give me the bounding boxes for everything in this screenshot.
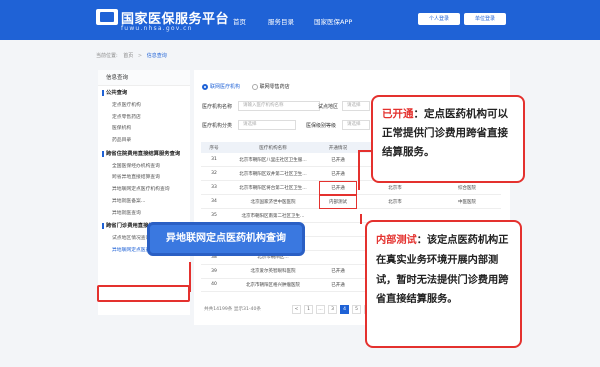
sidebar-head: 信息查询 [98, 70, 190, 86]
sidebar-group-public[interactable]: 公共查询 [98, 86, 190, 100]
table-cell-level: 中医医院 [433, 194, 501, 210]
connector-line [189, 262, 191, 292]
table-cell-no: 40 [201, 278, 227, 293]
name-label: 医疗机构名称 [202, 104, 233, 110]
table-cell-no: 35 [201, 208, 227, 223]
sidebar: 信息查询 公共查询 定点医疗机构 定点零售药店 医保机构 药品目录 跨省住院费用… [98, 70, 190, 315]
area-label: 试点地区 [318, 104, 339, 110]
sidebar-item[interactable]: 异地就医查询 [98, 208, 190, 220]
table-cell-area: 北京市 [357, 194, 433, 210]
table-cell-status: 已开通 [319, 153, 357, 168]
callout-opened: 已开通：定点医药机构可以正常提供门诊费用跨省直接结算服务。 [371, 95, 525, 183]
breadcrumb-separator: > [137, 53, 143, 59]
table-cell-status: 已开通 [319, 166, 357, 182]
table-cell-status: 已开通 [319, 264, 357, 279]
sidebar-item[interactable]: 跨省异地直接结算查询 [98, 172, 190, 184]
col-header: 开通情况 [319, 142, 357, 153]
feature-label: 异地联网定点医药机构查询 [147, 222, 305, 256]
top-header: 国家医保服务平台 fuwu.nhsa.gov.cn 首页 服务目录 国家医保AP… [0, 0, 600, 40]
sidebar-group-inpatient[interactable]: 跨省住院费用直接结算服务查询 [98, 147, 190, 161]
pager-page[interactable]: 5 [352, 305, 361, 314]
table-cell-no: 32 [201, 166, 227, 182]
sidebar-item[interactable]: 药品目录 [98, 135, 190, 147]
breadcrumb: 当前位置: 首页 > 信息查询 [96, 52, 167, 59]
sidebar-item[interactable]: 定点零售药店 [98, 112, 190, 124]
nav-home[interactable]: 首页 [233, 16, 246, 26]
nav-service-catalog[interactable]: 服务目录 [268, 16, 294, 26]
table-cell-status [319, 208, 357, 223]
radio-selected-icon[interactable] [202, 83, 208, 90]
sidebar-item[interactable]: 全国医保经办机构查询 [98, 161, 190, 173]
table-cell-status: 内部测试 [319, 194, 357, 210]
radio-icon[interactable] [251, 83, 258, 90]
level-select[interactable]: 请选择 [342, 120, 370, 130]
table-cell-status [319, 236, 357, 251]
level-label: 医保级别等级 [306, 123, 337, 129]
table-cell-name: 北京市朝阳区南第二社区卫生… [227, 208, 319, 223]
table-cell-name: 北京市朝阳区将台第二社区卫生… [227, 180, 319, 196]
table-cell-status: 已开通 [319, 180, 357, 196]
area-select[interactable]: 请选择 [342, 101, 370, 111]
pager-page[interactable]: 3 [328, 305, 337, 314]
sidebar-item[interactable]: 定点医疗机构 [98, 100, 190, 112]
table-cell-no: 39 [201, 264, 227, 279]
breadcrumb-prefix: 当前位置: [96, 53, 118, 59]
table-cell-status: 已开通 [319, 278, 357, 293]
type-select[interactable]: 请选择 [238, 120, 296, 130]
table-cell-no: 33 [201, 180, 227, 196]
callout-internal-test: 内部测试：该定点医药机构正在真实业务环境开展内部测试，暂时无法提供门诊费用跨省直… [365, 220, 522, 348]
pager-page[interactable]: 1 [304, 305, 313, 314]
breadcrumb-current: 信息查询 [146, 53, 167, 59]
sidebar-item[interactable]: 医保机构 [98, 123, 190, 135]
table-cell-name: 北京爱尔英智眼科医院 [227, 264, 319, 279]
site-url: fuwu.nhsa.gov.cn [121, 25, 193, 32]
table-cell-name: 北京国家济世中医医院 [227, 194, 319, 210]
pager-page-current[interactable]: 4 [340, 305, 349, 314]
org-login-button[interactable]: 单位登录 [464, 13, 506, 25]
name-input[interactable]: 请输入医疗机构名称 [238, 101, 320, 111]
callout-opened-term: 已开通 [382, 108, 414, 120]
table-row[interactable]: 34 北京国家济世中医医院 内部测试 北京市 中医医院 [201, 194, 501, 210]
connector-line [358, 150, 360, 190]
radio-label-pharmacy[interactable]: 联网零售药店 [260, 84, 290, 90]
callout-test-term: 内部测试 [376, 235, 417, 246]
col-header: 序号 [201, 142, 227, 153]
col-header: 医疗机构名称 [227, 142, 319, 153]
personal-login-button[interactable]: 个人登录 [418, 13, 460, 25]
table-cell-no: 34 [201, 194, 227, 210]
nhsa-logo[interactable] [96, 9, 118, 25]
institution-type-radios: 联网医疗机构 联网零售药店 [202, 83, 290, 90]
table-cell-name: 北京市朝阳区八里庄社区卫生服… [227, 153, 319, 168]
sidebar-item[interactable]: 异地联网定点医疗机构查询 [98, 184, 190, 196]
table-cell-no: 31 [201, 153, 227, 168]
table-cell-name: 北京市朝阳区双井第二社区卫生… [227, 166, 319, 182]
pager-prev[interactable]: < [292, 305, 301, 314]
table-cell-status [319, 250, 357, 265]
table-cell-status [319, 222, 357, 237]
breadcrumb-home[interactable]: 首页 [123, 53, 133, 59]
type-label: 医疗机构分类 [202, 123, 233, 129]
nav-app[interactable]: 国家医保APP [314, 16, 352, 26]
table-cell-name: 北京市朝阳区格兴肿瘤医院 [227, 278, 319, 293]
sidebar-item[interactable]: 异地就医备案… [98, 196, 190, 208]
pager-ellipsis: … [316, 305, 325, 314]
highlight-box-sidebar [97, 285, 190, 302]
radio-label-medical[interactable]: 联网医疗机构 [210, 84, 240, 90]
pager-summary: 共共14199条 显示31-40条 [204, 307, 261, 312]
connector-line [360, 214, 362, 224]
